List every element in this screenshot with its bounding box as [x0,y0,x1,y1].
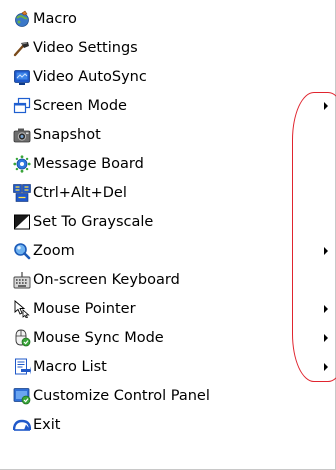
ctrl-alt-del-icon [13,184,31,202]
submenu-arrow-icon [324,363,328,371]
menu-item-label: Video Settings [33,40,138,56]
menu-item-customize-control-panel[interactable]: Customize Control Panel [0,381,335,411]
menu-item-video-settings[interactable]: Video Settings [0,33,335,63]
menu-item-label: Customize Control Panel [33,388,210,404]
exit-icon [13,416,31,434]
keyboard-icon [13,271,31,289]
submenu-arrow-icon [324,334,328,342]
video-autosync-icon [13,68,31,86]
menu-item-macro[interactable]: Macro [0,4,335,34]
menu-item-label: Snapshot [33,127,101,143]
menu-item-label: Macro List [33,359,107,375]
menu-item-video-autosync[interactable]: Video AutoSync [0,62,335,92]
submenu-arrow-icon [324,102,328,110]
menu-item-label: Set To Grayscale [33,214,154,230]
menu-item-label: Mouse Pointer [33,301,136,317]
menu-item-set-to-grayscale[interactable]: Set To Grayscale [0,207,335,237]
menu-item-exit[interactable]: Exit [0,410,335,440]
menu-item-label: Zoom [33,243,75,259]
screen-mode-icon [13,97,31,115]
menu-item-on-screen-keyboard[interactable]: On-screen Keyboard [0,265,335,295]
menu-item-snapshot[interactable]: Snapshot [0,120,335,150]
camera-icon [13,126,31,144]
menu-item-ctrl-alt-del[interactable]: Ctrl+Alt+Del [0,178,335,208]
submenu-arrow-icon [324,305,328,313]
menu-item-zoom[interactable]: Zoom [0,236,335,266]
menu-item-label: Mouse Sync Mode [33,330,164,346]
menu-item-label: Ctrl+Alt+Del [33,185,127,201]
mouse-pointer-icon [13,300,31,318]
macro-list-icon [13,358,31,376]
message-board-icon [13,155,31,173]
menu-item-mouse-sync-mode[interactable]: Mouse Sync Mode [0,323,335,353]
menu-item-label: Exit [33,417,61,433]
magnifier-icon [13,242,31,260]
menu-item-macro-list[interactable]: Macro List [0,352,335,382]
menu-item-label: On-screen Keyboard [33,272,180,288]
menu-item-label: Message Board [33,156,144,172]
macro-icon [13,10,31,28]
menu-item-mouse-pointer[interactable]: Mouse Pointer [0,294,335,324]
menu-item-message-board[interactable]: Message Board [0,149,335,179]
context-menu: Macro Video Settings Video AutoSync Scre… [0,0,336,470]
menu-item-label: Video AutoSync [33,69,147,85]
mouse-sync-icon [13,329,31,347]
video-settings-icon [13,39,31,57]
menu-item-screen-mode[interactable]: Screen Mode [0,91,335,121]
customize-panel-icon [13,387,31,405]
submenu-arrow-icon [324,247,328,255]
grayscale-icon [13,213,31,231]
menu-item-label: Macro [33,11,77,27]
menu-item-label: Screen Mode [33,98,127,114]
